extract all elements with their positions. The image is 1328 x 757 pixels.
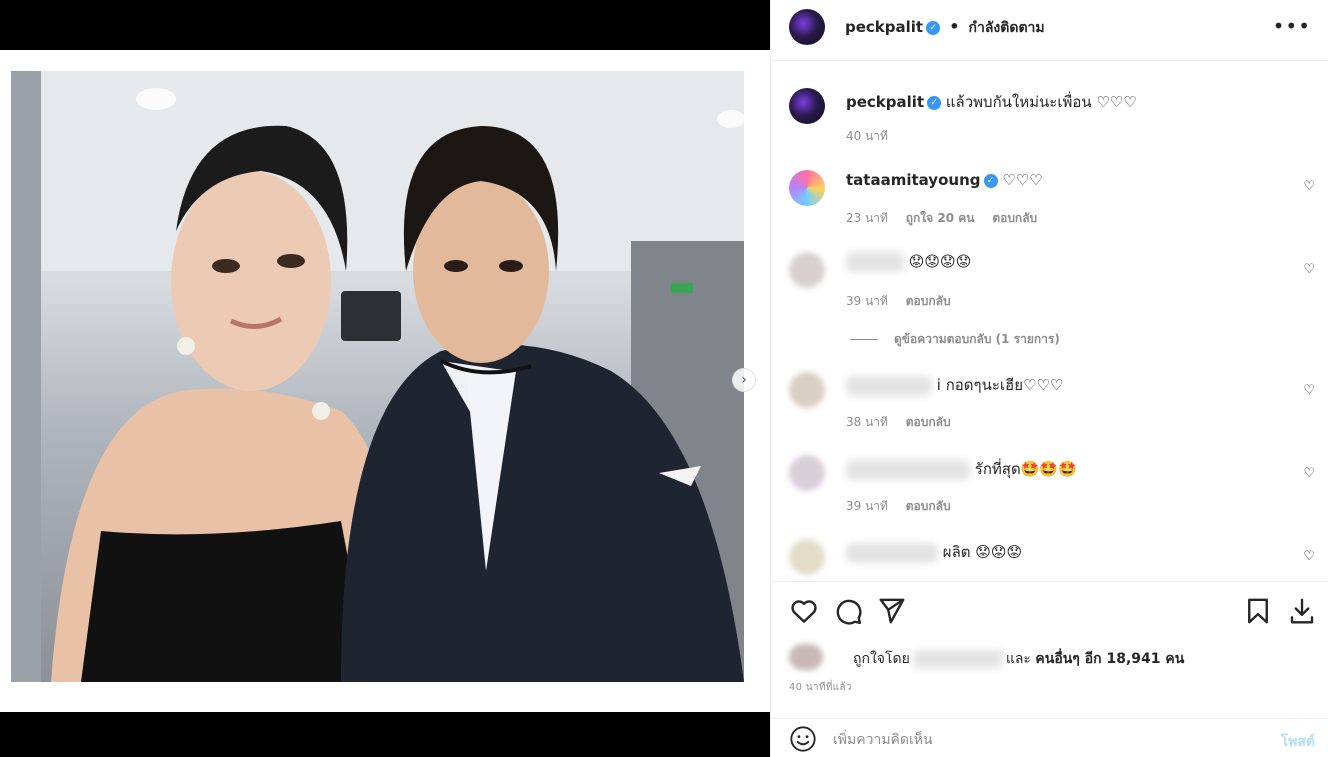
caption-username[interactable]: peckpalit bbox=[846, 93, 924, 111]
comment-like-count[interactable]: ถูกใจ 20 คน bbox=[906, 211, 975, 225]
comment-username[interactable]: tataamitayoung bbox=[846, 171, 981, 189]
comment-text: i กอดๆนะเฮีย♡♡♡ bbox=[936, 376, 1064, 394]
comment-like-heart-icon[interactable]: ♡ bbox=[1303, 549, 1315, 564]
photo-illustration bbox=[11, 71, 744, 682]
author-line: peckpalit ✓ • กำลังติดตาม bbox=[845, 17, 1045, 39]
reply-button[interactable]: ตอบกลับ bbox=[906, 499, 951, 513]
comment-text-line: 😟😟😟😟 bbox=[846, 252, 971, 272]
comment-text: ผลิต 😟😟😟 bbox=[942, 543, 1023, 561]
post-time-ago: 40 นาทีที่แล้ว bbox=[789, 682, 852, 693]
comment-time: 38 นาที bbox=[846, 415, 888, 429]
comment-like-heart-icon[interactable]: ♡ bbox=[1303, 179, 1315, 194]
view-replies-label: ดูข้อความตอบกลับ (1 รายการ) bbox=[894, 332, 1060, 346]
verified-badge-icon: ✓ bbox=[926, 20, 941, 35]
comment-meta: 39 นาที ตอบกลับ bbox=[846, 292, 965, 311]
reply-button[interactable]: ตอบกลับ bbox=[906, 294, 951, 308]
verified-badge-icon: ✓ bbox=[927, 95, 942, 110]
likes-and-label: และ bbox=[1005, 651, 1031, 667]
comments-list: peckpalit ✓ แล้วพบกันใหม่นะเพื่อน ♡♡♡ 40 … bbox=[771, 62, 1328, 580]
comment-text-line: tataamitayoung ✓ ♡♡♡ bbox=[846, 171, 1043, 189]
comment-avatar[interactable] bbox=[789, 372, 825, 408]
caption-meta: 40 นาที bbox=[846, 127, 902, 146]
comment-meta: 23 นาที ถูกใจ 20 คน ตอบกลับ bbox=[846, 209, 1051, 228]
likes-summary: ถูกใจโดย และ คนอื่นๆ อีก 18,941 คน bbox=[789, 642, 1309, 672]
download-icon[interactable] bbox=[1287, 596, 1317, 626]
more-horizontal-icon[interactable]: ••• bbox=[1273, 14, 1311, 38]
comment-bubble-icon[interactable] bbox=[833, 596, 863, 626]
emoji-smiley-icon[interactable] bbox=[789, 725, 817, 753]
next-slide-button[interactable]: › bbox=[732, 368, 756, 392]
comment-like-heart-icon[interactable]: ♡ bbox=[1303, 262, 1315, 277]
blurred-username[interactable] bbox=[846, 459, 970, 480]
post-details-panel: peckpalit ✓ • กำลังติดตาม ••• peckpalit ✓ … bbox=[770, 0, 1328, 757]
blurred-liker-name[interactable] bbox=[913, 650, 1002, 668]
add-comment-bar: โพสต์ bbox=[771, 718, 1328, 757]
liked-by-label: ถูกใจโดย bbox=[853, 651, 910, 667]
media-panel: › bbox=[0, 0, 770, 757]
post-comment-button[interactable]: โพสต์ bbox=[1281, 731, 1315, 753]
comment-time: 39 นาที bbox=[846, 499, 888, 513]
author-username[interactable]: peckpalit bbox=[845, 18, 923, 36]
following-button[interactable]: กำลังติดตาม bbox=[969, 20, 1045, 36]
liker-avatars[interactable] bbox=[789, 644, 823, 670]
post-photo[interactable] bbox=[11, 71, 744, 682]
comment-time: 23 นาที bbox=[846, 211, 888, 225]
comment-text: 😟😟😟😟 bbox=[908, 252, 972, 271]
likes-others-link[interactable]: คนอื่นๆ อีก 18,941 คน bbox=[1035, 651, 1184, 667]
comment-text: รักที่สุด🤩🤩🤩 bbox=[974, 460, 1077, 478]
replies-divider-line bbox=[850, 339, 878, 340]
like-heart-icon[interactable] bbox=[789, 596, 819, 626]
comment-text: ♡♡♡ bbox=[1002, 171, 1043, 189]
comment-avatar[interactable] bbox=[789, 170, 825, 206]
blurred-username[interactable] bbox=[846, 252, 904, 272]
comment-time: 39 นาที bbox=[846, 294, 888, 308]
caption-text-line: peckpalit ✓ แล้วพบกันใหม่นะเพื่อน ♡♡♡ bbox=[846, 90, 1137, 114]
author-avatar[interactable] bbox=[789, 9, 825, 45]
verified-badge-icon: ✓ bbox=[983, 173, 998, 188]
comment-like-heart-icon[interactable]: ♡ bbox=[1303, 466, 1315, 481]
comment-like-heart-icon[interactable]: ♡ bbox=[1303, 383, 1315, 398]
comment-avatar[interactable] bbox=[789, 455, 825, 491]
comment-text-line: i กอดๆนะเฮีย♡♡♡ bbox=[846, 373, 1063, 397]
save-bookmark-icon[interactable] bbox=[1243, 596, 1273, 626]
comment-avatar[interactable] bbox=[789, 252, 825, 288]
blurred-username[interactable] bbox=[846, 542, 938, 563]
add-comment-input[interactable] bbox=[833, 727, 1253, 753]
comment-meta: 38 นาที ตอบกลับ bbox=[846, 413, 965, 432]
comment-text-line: รักที่สุด🤩🤩🤩 bbox=[846, 457, 1077, 481]
share-send-icon[interactable] bbox=[877, 596, 907, 626]
instagram-post-modal: › peckpalit ✓ • กำลังติดตาม ••• peckpalit… bbox=[0, 0, 1328, 757]
caption-text: แล้วพบกันใหม่นะเพื่อน ♡♡♡ bbox=[945, 93, 1137, 111]
comment-text-line: ผลิต 😟😟😟 bbox=[846, 540, 1022, 564]
comment-meta: 39 นาที ตอบกลับ bbox=[846, 497, 965, 516]
reply-button[interactable]: ตอบกลับ bbox=[992, 211, 1037, 225]
comment-avatar[interactable] bbox=[789, 539, 825, 575]
caption-avatar[interactable] bbox=[789, 88, 825, 124]
blurred-username[interactable] bbox=[846, 375, 932, 396]
view-replies-button[interactable]: ดูข้อความตอบกลับ (1 รายการ) bbox=[850, 330, 1060, 349]
caption-time: 40 นาที bbox=[846, 129, 888, 143]
reply-button[interactable]: ตอบกลับ bbox=[906, 415, 951, 429]
post-header: peckpalit ✓ • กำลังติดตาม ••• bbox=[771, 0, 1328, 61]
chevron-right-icon: › bbox=[741, 372, 747, 388]
likes-text: ถูกใจโดย และ คนอื่นๆ อีก 18,941 คน bbox=[853, 648, 1184, 670]
separator-dot: • bbox=[949, 17, 960, 36]
